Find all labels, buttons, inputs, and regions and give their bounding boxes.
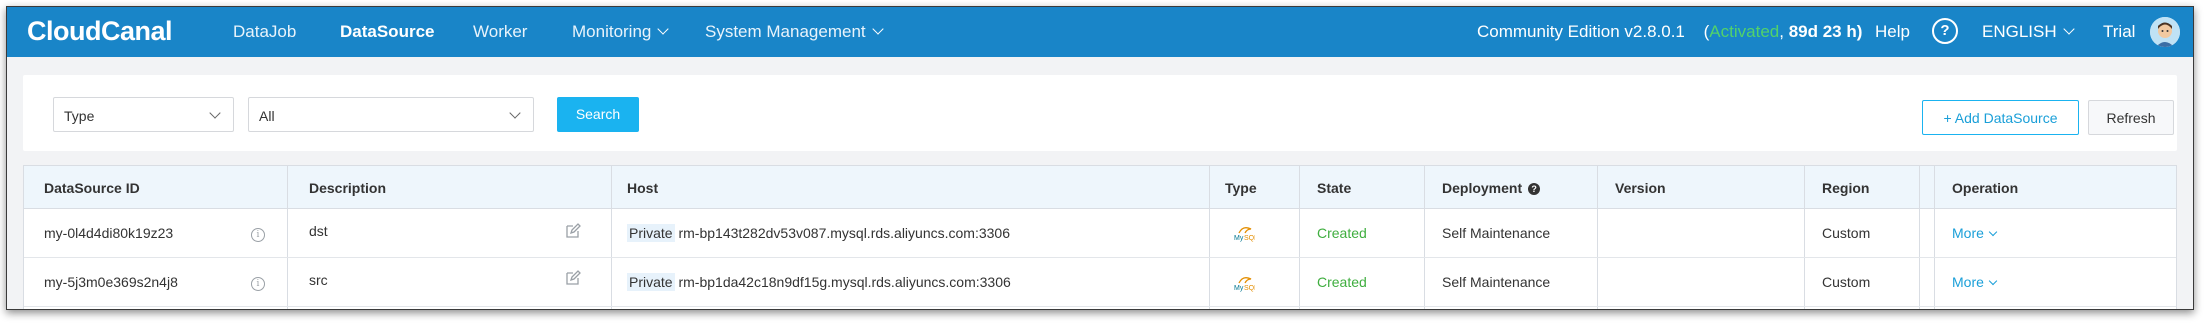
more-menu[interactable]: More <box>1952 225 1998 241</box>
top-nav: CloudCanal DataJob DataSource Worker Mon… <box>7 7 2193 57</box>
value-select-value: All <box>259 108 275 124</box>
chevron-down-icon <box>1988 227 1998 237</box>
column-header-deployment-label: Deployment <box>1442 180 1523 196</box>
svg-text:My: My <box>1234 285 1244 292</box>
column-header-description: Description <box>309 180 387 196</box>
chevron-down-icon <box>209 107 221 119</box>
more-label: More <box>1952 274 1984 290</box>
nav-label: DataJob <box>233 22 297 41</box>
datasource-table: DataSource ID Description Host Type Stat… <box>23 165 2177 309</box>
description: src <box>309 272 328 288</box>
column-header-id: DataSource ID <box>44 180 140 196</box>
chevron-down-icon <box>2062 23 2075 35</box>
datasource-id[interactable]: my-0l4d4di80k19z23 <box>44 225 173 241</box>
host-address: rm-bp1da42c18n9df15g.mysql.rds.aliyuncs.… <box>678 274 1011 290</box>
license-sep: , <box>1779 22 1789 41</box>
column-header-deployment: Deployment? <box>1442 180 1541 196</box>
help-label: Help <box>1875 22 1910 41</box>
info-icon[interactable]: i <box>251 277 265 291</box>
host-cell: Private rm-bp143t282dv53v087.mysql.rds.a… <box>627 224 1010 242</box>
edit-icon[interactable] <box>565 270 581 286</box>
status-badge: Created <box>1317 274 1367 290</box>
language-label: ENGLISH <box>1982 22 2057 41</box>
region: Custom <box>1822 274 1871 290</box>
chevron-down-icon <box>509 107 521 119</box>
search-button[interactable]: Search <box>557 97 639 132</box>
column-header-state: State <box>1317 180 1352 196</box>
nav-system-management[interactable]: System Management <box>705 22 884 42</box>
refresh-button[interactable]: Refresh <box>2088 100 2174 135</box>
table-header: DataSource ID Description Host Type Stat… <box>24 166 2176 209</box>
column-header-host: Host <box>627 180 659 196</box>
datasource-id[interactable]: my-5j3m0e369s2n4j8 <box>44 274 178 290</box>
type-select[interactable]: Type <box>53 97 234 132</box>
avatar-icon <box>2150 17 2180 47</box>
nav-datasource[interactable]: DataSource <box>340 22 434 42</box>
host-cell: Private rm-bp1da42c18n9df15g.mysql.rds.a… <box>627 273 1011 291</box>
value-select[interactable]: All <box>248 97 534 132</box>
edit-icon[interactable] <box>565 223 581 239</box>
column-header-operation: Operation <box>1952 180 2019 196</box>
chevron-down-icon <box>1988 276 1998 286</box>
add-datasource-button[interactable]: + Add DataSource <box>1922 100 2079 135</box>
nav-worker[interactable]: Worker <box>473 22 527 42</box>
nav-label: DataSource <box>340 22 435 41</box>
host-address: rm-bp143t282dv53v087.mysql.rds.aliyuncs.… <box>678 225 1010 241</box>
license-remaining: 89d 23 h) <box>1788 22 1863 41</box>
language-select[interactable]: ENGLISH <box>1982 22 2075 42</box>
user-menu[interactable]: Trial <box>2103 22 2135 42</box>
edition-label: Community Edition v2.8.0.1 <box>1477 22 1685 41</box>
question-circle-icon[interactable]: ? <box>1528 183 1541 195</box>
app-window: CloudCanal DataJob DataSource Worker Mon… <box>6 6 2194 310</box>
avatar[interactable] <box>2150 17 2180 47</box>
nav-label: System Management <box>705 22 866 41</box>
table-row: my-5j3m0e369s2n4j8 i src Private rm-bp1d… <box>24 258 2176 307</box>
deployment: Self Maintenance <box>1442 274 1551 290</box>
nav-label: Monitoring <box>572 22 652 41</box>
description: dst <box>309 223 328 239</box>
chevron-down-icon <box>657 23 670 35</box>
column-header-version: Version <box>1615 180 1666 196</box>
info-icon[interactable]: i <box>251 228 265 242</box>
svg-text:My: My <box>1234 235 1244 242</box>
license-status: Activated <box>1709 22 1780 41</box>
mysql-icon: My SQL <box>1234 227 1255 242</box>
mysql-icon: My SQL <box>1234 277 1255 292</box>
more-label: More <box>1952 225 1984 241</box>
column-header-type: Type <box>1225 180 1257 196</box>
table-row: my-0l4d4di80k19z23 i dst Private rm-bp14… <box>24 209 2176 258</box>
more-menu[interactable]: More <box>1952 274 1998 290</box>
column-header-region: Region <box>1822 180 1870 196</box>
svg-text:SQL: SQL <box>1244 235 1255 242</box>
nav-monitoring[interactable]: Monitoring <box>572 22 670 42</box>
chevron-down-icon <box>871 23 884 35</box>
help-link[interactable]: Help <box>1875 22 1910 42</box>
logo[interactable]: CloudCanal <box>27 16 173 47</box>
filter-panel: Type All Search + Add DataSource Refresh <box>23 75 2177 151</box>
deployment: Self Maintenance <box>1442 225 1551 241</box>
svg-text:SQL: SQL <box>1244 285 1255 292</box>
type-select-value: Type <box>64 108 95 124</box>
network-tag: Private <box>627 273 675 291</box>
question-icon[interactable]: ? <box>1932 18 1958 44</box>
user-name: Trial <box>2103 22 2136 41</box>
nav-datajob[interactable]: DataJob <box>233 22 296 42</box>
edition-info: Community Edition v2.8.0.1 (Activated, 8… <box>1477 22 1862 42</box>
region: Custom <box>1822 225 1871 241</box>
nav-label: Worker <box>473 22 528 41</box>
network-tag: Private <box>627 224 675 242</box>
status-badge: Created <box>1317 225 1367 241</box>
